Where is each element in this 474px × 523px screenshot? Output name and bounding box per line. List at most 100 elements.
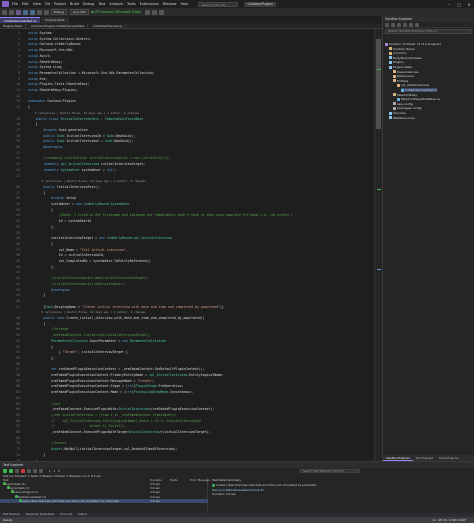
tree-item[interactable]: app.config <box>393 102 413 106</box>
code-line[interactable]: using Xrm; <box>28 77 47 81</box>
code-line[interactable]: Assert.NotNull(initialInterviewTarget.cp… <box>28 447 178 451</box>
tree-item[interactable]: Plugins <box>389 60 404 64</box>
code-line[interactable]: xrmFakedPluginExecutionContext.Mode = (i… <box>28 390 193 394</box>
minimize-icon[interactable]: – <box>444 2 454 7</box>
tree-item[interactable]: Common <box>389 51 407 55</box>
code-line[interactable]: #region Guid generation <box>28 128 87 132</box>
code-line[interactable]: systemUser = new CrmEarlyBound.SystemUse… <box>28 202 130 206</box>
tree-item[interactable]: packages.config <box>393 106 421 110</box>
code-line[interactable]: using Plugins.Tests.FakeXrmEasy; <box>28 82 89 86</box>
code-line[interactable]: _xrmFakedContext.ExecutePluginWith<Initi… <box>28 407 214 411</box>
tree-item[interactable]: Solution Items <box>389 47 415 51</box>
menu-item-debug[interactable]: Debug <box>83 2 95 6</box>
code-line[interactable]: readonly cpl_InitialInterview initialInt… <box>28 162 145 166</box>
menu-item-test[interactable]: Test <box>98 2 105 6</box>
code-line[interactable]: [Fact(DisplayName = "Create initial inte… <box>28 305 223 309</box>
show-all-files-icon[interactable] <box>409 22 413 27</box>
code-line[interactable]: { <box>28 242 53 246</box>
code-line[interactable]: using Xunit; <box>28 54 51 58</box>
code-line[interactable]: using FakeXrmEasy; <box>28 60 63 64</box>
repeat-last-run-icon[interactable] <box>15 469 19 473</box>
menu-item-build[interactable]: Build <box>70 2 79 6</box>
code-line[interactable]: xrmFakedPluginExecutionContext.Stage = (… <box>28 384 183 388</box>
menu-item-git[interactable]: Git <box>45 2 50 6</box>
tree-item[interactable]: Plugins.Tests <box>389 65 412 69</box>
save-all-icon[interactable] <box>30 9 35 15</box>
menu-item-project[interactable]: Project <box>54 2 66 6</box>
playlist-icon[interactable] <box>33 469 37 473</box>
code-line[interactable]: public class InitialInterviewTest : Fake… <box>28 117 144 121</box>
settings-gear-icon[interactable] <box>39 469 43 473</box>
failed-tests-icon[interactable] <box>21 469 25 473</box>
code-line[interactable]: ParameterCollection inputParameter = new… <box>28 339 166 343</box>
run-tests-icon[interactable] <box>9 469 13 473</box>
collapse-all-icon[interactable] <box>403 22 407 27</box>
properties-icon[interactable] <box>415 22 419 27</box>
code-line[interactable]: // select i).ToList(); <box>28 424 126 428</box>
code-line[interactable]: #endregion <box>28 145 62 149</box>
code-line[interactable]: using System.Linq; <box>28 65 63 69</box>
tree-item[interactable]: Solution 'Contoso' (4 of 4 projects) <box>385 42 441 46</box>
code-line[interactable]: // cpl_InitialInterview.EntityLogicalNam… <box>28 419 201 423</box>
code-line[interactable]: } <box>28 293 45 297</box>
debug-target-icon[interactable] <box>145 9 151 15</box>
maximize-icon[interactable]: □ <box>454 2 464 7</box>
test-search-input[interactable]: Search Test Explorer (Ctrl+E) <box>300 469 360 473</box>
search-input[interactable]: Search (Ctrl+Q) <box>198 1 239 7</box>
code-line[interactable]: 0 references | Dustin Mires, 22 days ago… <box>28 179 145 183</box>
save-icon[interactable] <box>23 9 28 15</box>
code-line[interactable]: public Guid InitialInterview2 = Guid.New… <box>28 139 133 143</box>
menu-item-window[interactable]: Window <box>163 2 177 6</box>
code-line[interactable]: { <box>28 122 38 126</box>
code-line[interactable]: //var initialInterview = (from i in _xrm… <box>28 413 176 417</box>
code-line[interactable]: _xrmFakedContext.ExecutePluginWithTarget… <box>28 430 210 434</box>
redo-icon[interactable] <box>44 9 49 15</box>
refresh-icon[interactable] <box>397 22 401 27</box>
back-icon[interactable] <box>2 9 7 15</box>
code-line[interactable]: //Note: I tried to Get Firstname and Las… <box>28 213 293 217</box>
code-line[interactable]: initialInterviewTarget = new CrmEarlyBou… <box>28 236 172 240</box>
tree-item[interactable]: References <box>393 74 414 78</box>
code-line[interactable]: xrmFakedPluginExecutionContext.PrimaryEn… <box>28 373 224 377</box>
test-row[interactable]: Create initial interview with date and t… <box>0 498 208 503</box>
home-icon[interactable] <box>385 22 389 27</box>
close-icon[interactable]: ✕ <box>464 2 474 7</box>
code-line[interactable]: using ParameterCollection = Microsoft.Xr… <box>28 71 155 75</box>
menu-item-file[interactable]: File <box>12 2 18 6</box>
code-editor[interactable]: 1 2 3 4 5 6 7 8 9 10 11 12 13 14 15 16 17 18 19 20 21 22 23 24 2… <box>0 29 382 461</box>
code-line[interactable]: #endregion <box>28 288 70 292</box>
code-line[interactable]: { <box>28 208 53 212</box>
code-line[interactable]: //initialInterviewList.Add(initialInterv… <box>28 276 149 280</box>
code-line[interactable]: 0 references | Dustin Mires, 22 days ago… <box>28 310 145 314</box>
switch-view-icon[interactable] <box>391 22 395 27</box>
scroll-thumb[interactable] <box>376 39 381 129</box>
code-line[interactable]: var xrmFakedPluginExecutionContext = _xr… <box>28 367 205 371</box>
code-line[interactable]: } <box>28 453 45 457</box>
code-line[interactable]: //Arrange <box>28 327 68 331</box>
tree-item[interactable]: EarlyBoundClasses <box>389 56 421 60</box>
member-dropdown[interactable]: InitializeInterview() <box>90 23 127 28</box>
code-line[interactable]: using Microsoft.Xrm.Sdk; <box>28 48 74 52</box>
code-line[interactable]: { <box>28 322 45 326</box>
code-line[interactable]: //Act <box>28 402 61 406</box>
code-line[interactable]: #region Setup <box>28 196 76 200</box>
run-button[interactable]: ▶ PS Express (Microsoft Edge) <box>92 10 142 14</box>
code-line[interactable]: }; <box>28 265 55 269</box>
tree-item[interactable]: FakeXrmEasyTestsBase.cs <box>397 97 440 101</box>
solution-search-input[interactable]: Search Solution Explorer (Ctrl+;) <box>385 29 472 34</box>
configuration-select[interactable]: Debug <box>51 9 67 15</box>
code-line[interactable]: readonly SystemUser systemUser = null; <box>28 168 116 172</box>
undo-icon[interactable] <box>37 9 42 15</box>
cancel-icon[interactable] <box>27 469 31 473</box>
code-line[interactable]: using System.Collections.Generic; <box>28 37 91 41</box>
code-line[interactable]: 0 references | Dustin Mires, 22 days ago… <box>28 111 139 115</box>
code-line[interactable]: { <box>28 191 45 195</box>
toolbar-misc-icon[interactable] <box>159 9 165 15</box>
code-line[interactable]: //Assert <box>28 441 66 445</box>
hot-reload-icon[interactable] <box>152 9 158 15</box>
editor-scrollbar[interactable] <box>374 29 382 461</box>
code-line[interactable]: Id = systemUserId <box>28 219 92 223</box>
tree-item[interactable]: InitialInterviewTest.cs <box>401 88 438 92</box>
code-line[interactable]: //readonly List<Entity> initialInterview… <box>28 156 170 160</box>
new-item-icon[interactable] <box>16 9 21 15</box>
